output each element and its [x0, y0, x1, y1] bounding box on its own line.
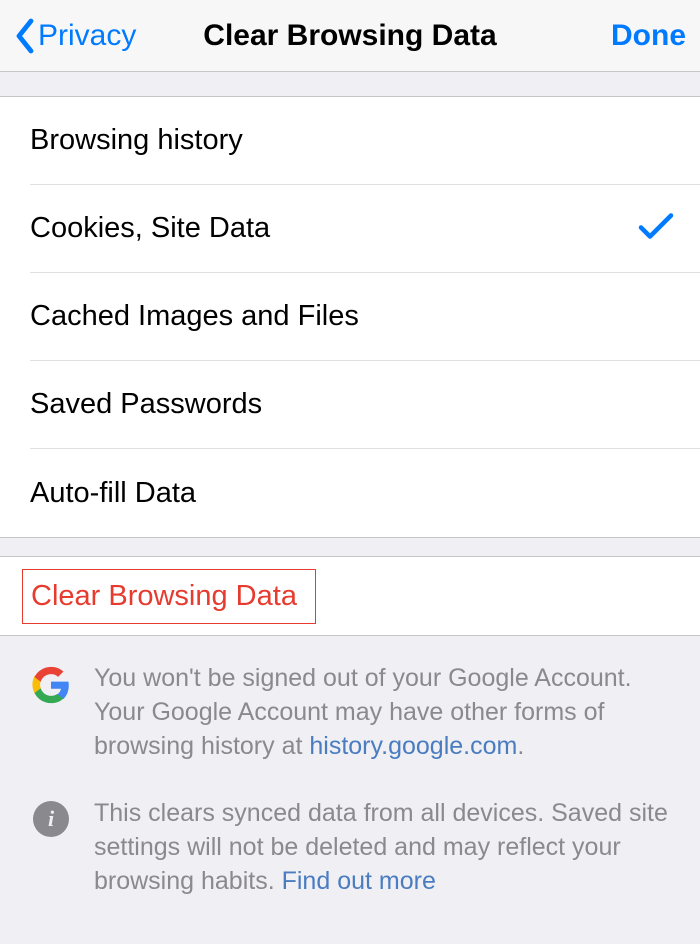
info-icon: i — [30, 797, 72, 898]
clear-label: Clear Browsing Data — [22, 569, 316, 624]
done-label: Done — [611, 19, 686, 52]
page-title: Clear Browsing Data — [182, 19, 518, 53]
find-out-more-link[interactable]: Find out more — [282, 867, 436, 895]
footer: You won't be signed out of your Google A… — [0, 636, 700, 923]
list-item-cached-images[interactable]: Cached Images and Files — [30, 273, 700, 361]
chevron-left-icon — [14, 18, 36, 54]
sync-notice: i This clears synced data from all devic… — [30, 797, 670, 898]
back-button[interactable]: Privacy — [14, 18, 182, 54]
row-label: Browsing history — [30, 124, 243, 157]
list-item-saved-passwords[interactable]: Saved Passwords — [30, 361, 700, 449]
list-item-cookies[interactable]: Cookies, Site Data — [30, 185, 700, 273]
action-section: Clear Browsing Data — [0, 556, 700, 636]
list-item-autofill[interactable]: Auto-fill Data — [30, 449, 700, 537]
navbar: Privacy Clear Browsing Data Done — [0, 0, 700, 72]
sync-notice-text: This clears synced data from all devices… — [94, 797, 670, 898]
list-item-browsing-history[interactable]: Browsing history — [30, 97, 700, 185]
spacer — [0, 72, 700, 96]
checkmark-icon — [638, 211, 674, 246]
done-button[interactable]: Done — [518, 19, 686, 53]
data-type-list: Browsing history Cookies, Site Data Cach… — [0, 96, 700, 538]
row-label: Cookies, Site Data — [30, 212, 270, 245]
google-account-notice: You won't be signed out of your Google A… — [30, 662, 670, 763]
history-google-link[interactable]: history.google.com — [309, 732, 517, 760]
google-notice-text: You won't be signed out of your Google A… — [94, 662, 670, 763]
clear-browsing-data-button[interactable]: Clear Browsing Data — [0, 557, 700, 635]
row-label: Saved Passwords — [30, 388, 262, 421]
row-label: Auto-fill Data — [30, 477, 196, 510]
row-label: Cached Images and Files — [30, 300, 359, 333]
back-label: Privacy — [38, 19, 136, 53]
google-logo-icon — [30, 662, 72, 763]
